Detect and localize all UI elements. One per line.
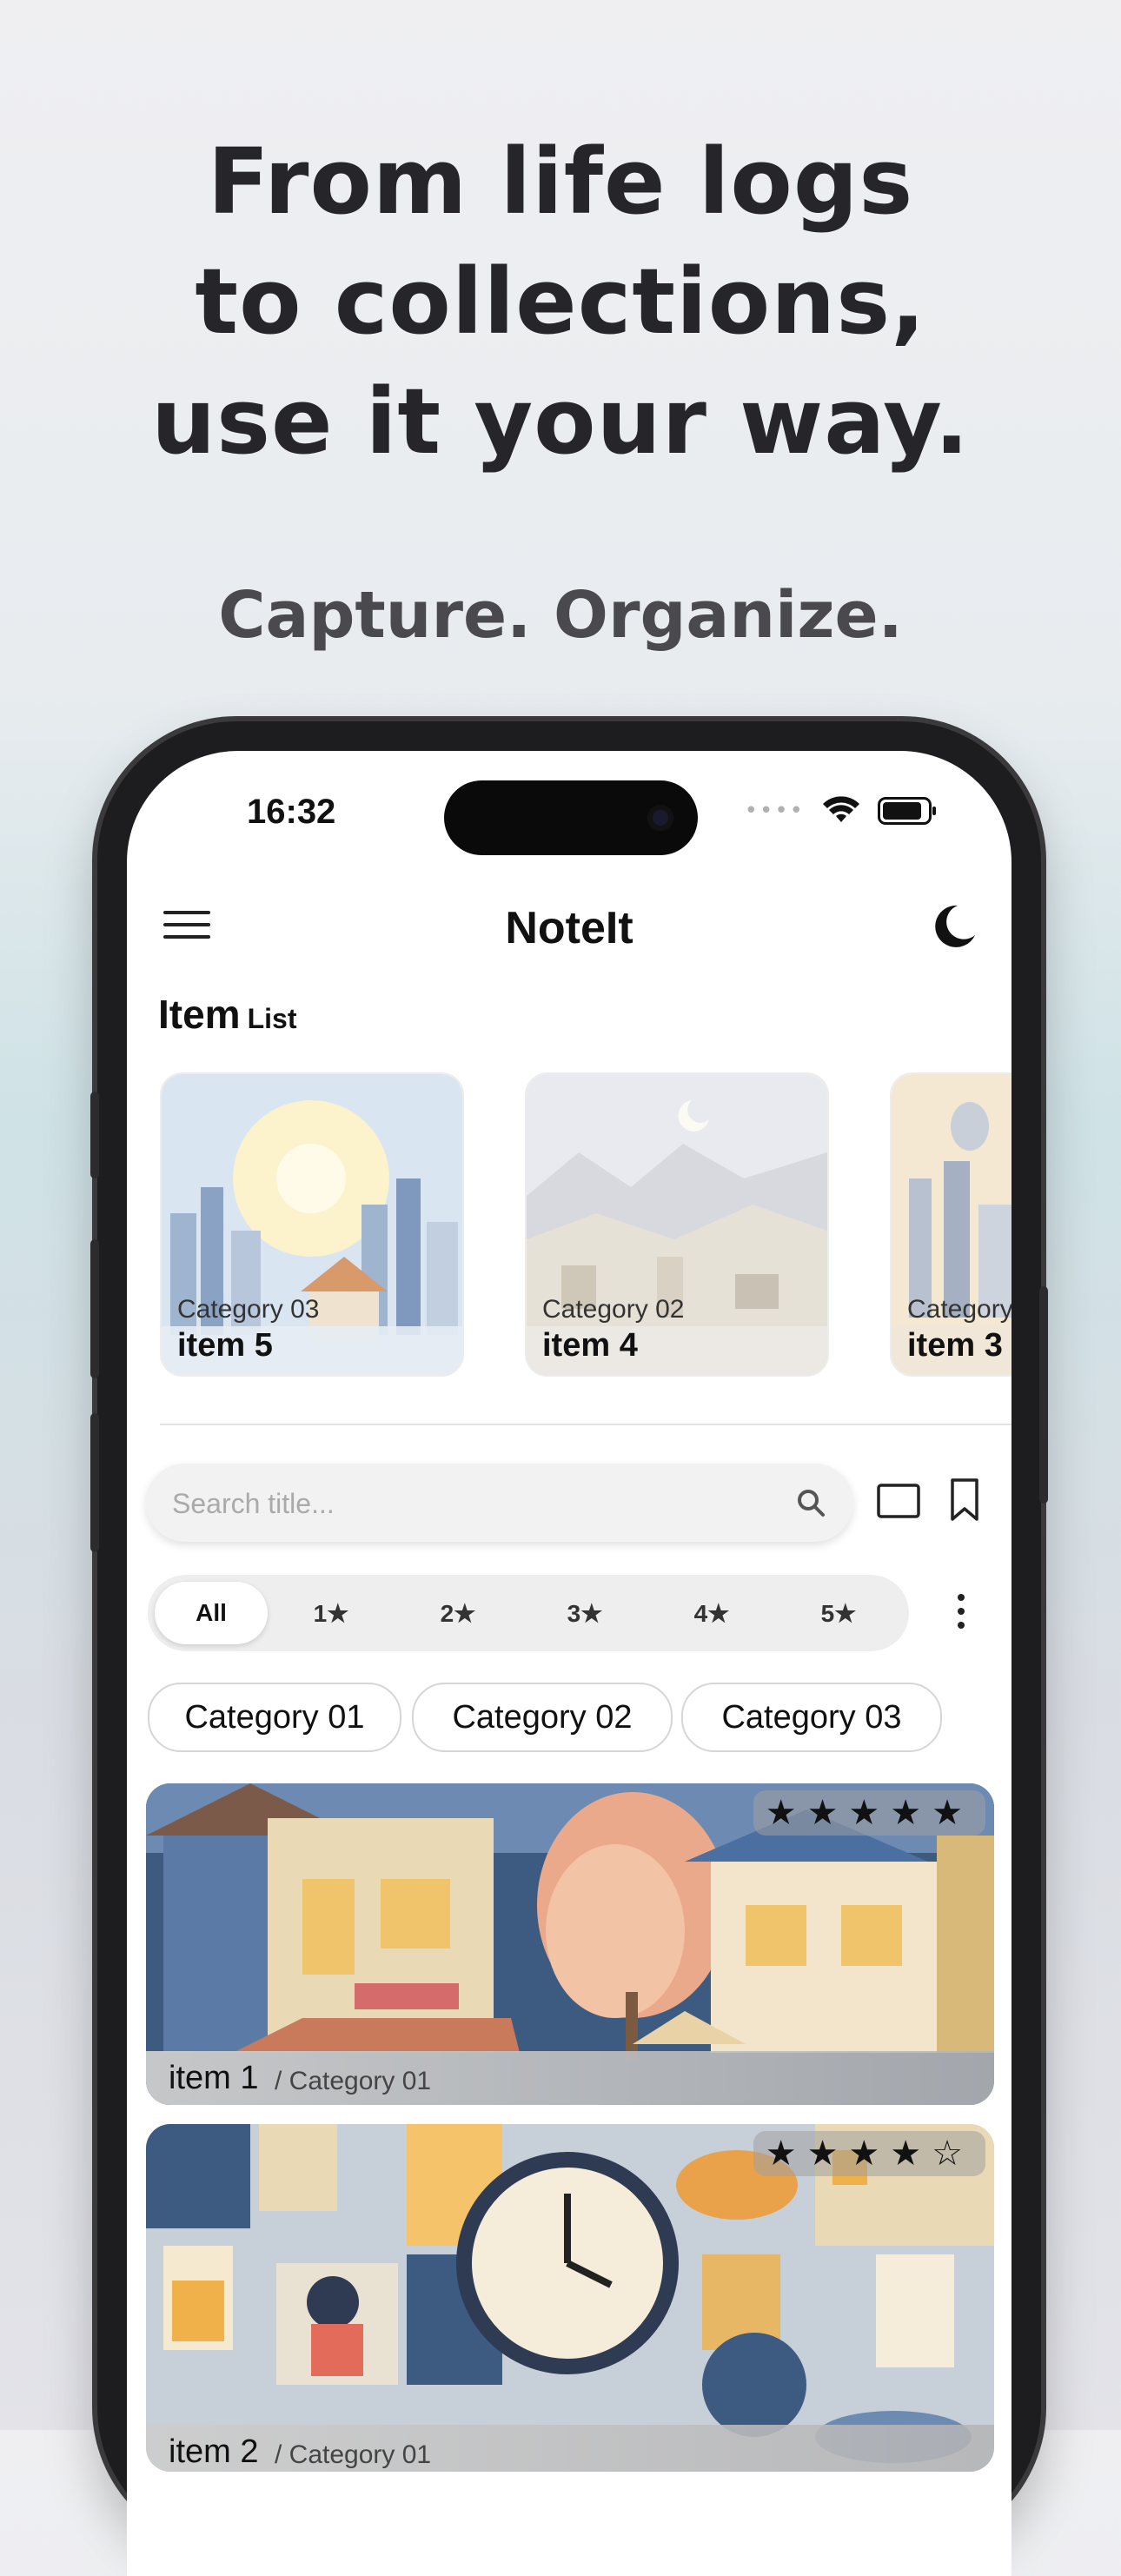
item-label: item 1 / Category 01 bbox=[146, 2051, 994, 2105]
rating-filter: All 1★ 2★ 3★ 4★ 5★ bbox=[148, 1575, 909, 1651]
filter-all[interactable]: All bbox=[155, 1582, 268, 1644]
dynamic-island bbox=[444, 780, 698, 855]
section-title-main: Item bbox=[158, 992, 241, 1037]
divider bbox=[160, 1424, 1012, 1425]
item-category: / Category 01 bbox=[275, 2067, 432, 2095]
app-title: NoteIt bbox=[505, 903, 633, 953]
item-category: / Category 01 bbox=[275, 2440, 432, 2469]
power-button bbox=[1039, 1286, 1048, 1504]
wifi-icon bbox=[823, 796, 859, 822]
category-chip-01[interactable]: Category 01 bbox=[148, 1683, 401, 1752]
headline-line-1: From life logs bbox=[207, 129, 914, 235]
card-view-icon[interactable] bbox=[876, 1483, 921, 1519]
volume-down-button bbox=[90, 1413, 99, 1552]
rating-stars: ★★★★★ bbox=[753, 1790, 985, 1836]
item-name: item 2 bbox=[169, 2433, 259, 2470]
search-box[interactable] bbox=[146, 1464, 853, 1544]
item-card[interactable]: ★★★★☆ item 2 / Category 01 bbox=[146, 2124, 994, 2472]
card-name: item 5 bbox=[177, 1327, 273, 1364]
bookmark-icon[interactable] bbox=[949, 1477, 980, 1523]
carousel-card[interactable]: Category 02 item 4 bbox=[525, 1072, 829, 1377]
phone-screen: 16:32 •••• NoteIt Item List Category 03 … bbox=[127, 751, 1012, 2576]
category-chip-02[interactable]: Category 02 bbox=[412, 1683, 673, 1752]
filter-3-star[interactable]: 3★ bbox=[528, 1582, 641, 1644]
rating-stars: ★★★★☆ bbox=[753, 2131, 985, 2176]
carousel-card[interactable]: Category 03 item 5 bbox=[160, 1072, 464, 1377]
battery-icon bbox=[878, 797, 936, 825]
headline-line-2: to collections, bbox=[195, 249, 926, 355]
card-name: item 4 bbox=[542, 1327, 638, 1364]
filter-4-star[interactable]: 4★ bbox=[655, 1582, 768, 1644]
app-header: NoteIt bbox=[127, 890, 1012, 959]
search-icon[interactable] bbox=[794, 1486, 827, 1519]
section-title-sub: List bbox=[247, 1003, 297, 1034]
category-chip-03[interactable]: Category 03 bbox=[681, 1683, 942, 1752]
status-time: 16:32 bbox=[247, 793, 336, 831]
section-title: Item List bbox=[158, 991, 296, 1038]
filter-2-star[interactable]: 2★ bbox=[401, 1582, 514, 1644]
item-label: item 2 / Category 01 bbox=[146, 2425, 994, 2472]
item-card[interactable]: ★★★★★ item 1 / Category 01 bbox=[146, 1783, 994, 2105]
filter-5-star[interactable]: 5★ bbox=[782, 1582, 895, 1644]
item-image bbox=[146, 2124, 994, 2472]
volume-up-button bbox=[90, 1239, 99, 1378]
moon-icon[interactable] bbox=[926, 900, 978, 953]
search-input[interactable] bbox=[170, 1464, 765, 1544]
card-category: Category 03 bbox=[907, 1295, 1012, 1324]
card-name: item 3 bbox=[907, 1327, 1003, 1364]
marketing-subheadline: Capture. Organize. bbox=[218, 578, 903, 653]
card-category: Category 03 bbox=[177, 1295, 320, 1324]
action-button bbox=[90, 1092, 99, 1178]
headline-line-3: use it your way. bbox=[151, 368, 970, 475]
signal-icon: •••• bbox=[744, 798, 805, 824]
filter-1-star[interactable]: 1★ bbox=[275, 1582, 388, 1644]
more-options-icon[interactable] bbox=[952, 1587, 970, 1639]
item-name: item 1 bbox=[169, 2060, 259, 2096]
carousel-card[interactable]: Category 03 item 3 bbox=[890, 1072, 1012, 1377]
camera-icon bbox=[647, 805, 673, 831]
item-carousel[interactable]: Category 03 item 5 Category 02 item 4 Ca… bbox=[160, 1072, 1012, 1377]
status-icons: •••• bbox=[744, 796, 936, 826]
marketing-headline: From life logs to collections, use it yo… bbox=[0, 122, 1121, 481]
card-category: Category 02 bbox=[542, 1295, 685, 1324]
